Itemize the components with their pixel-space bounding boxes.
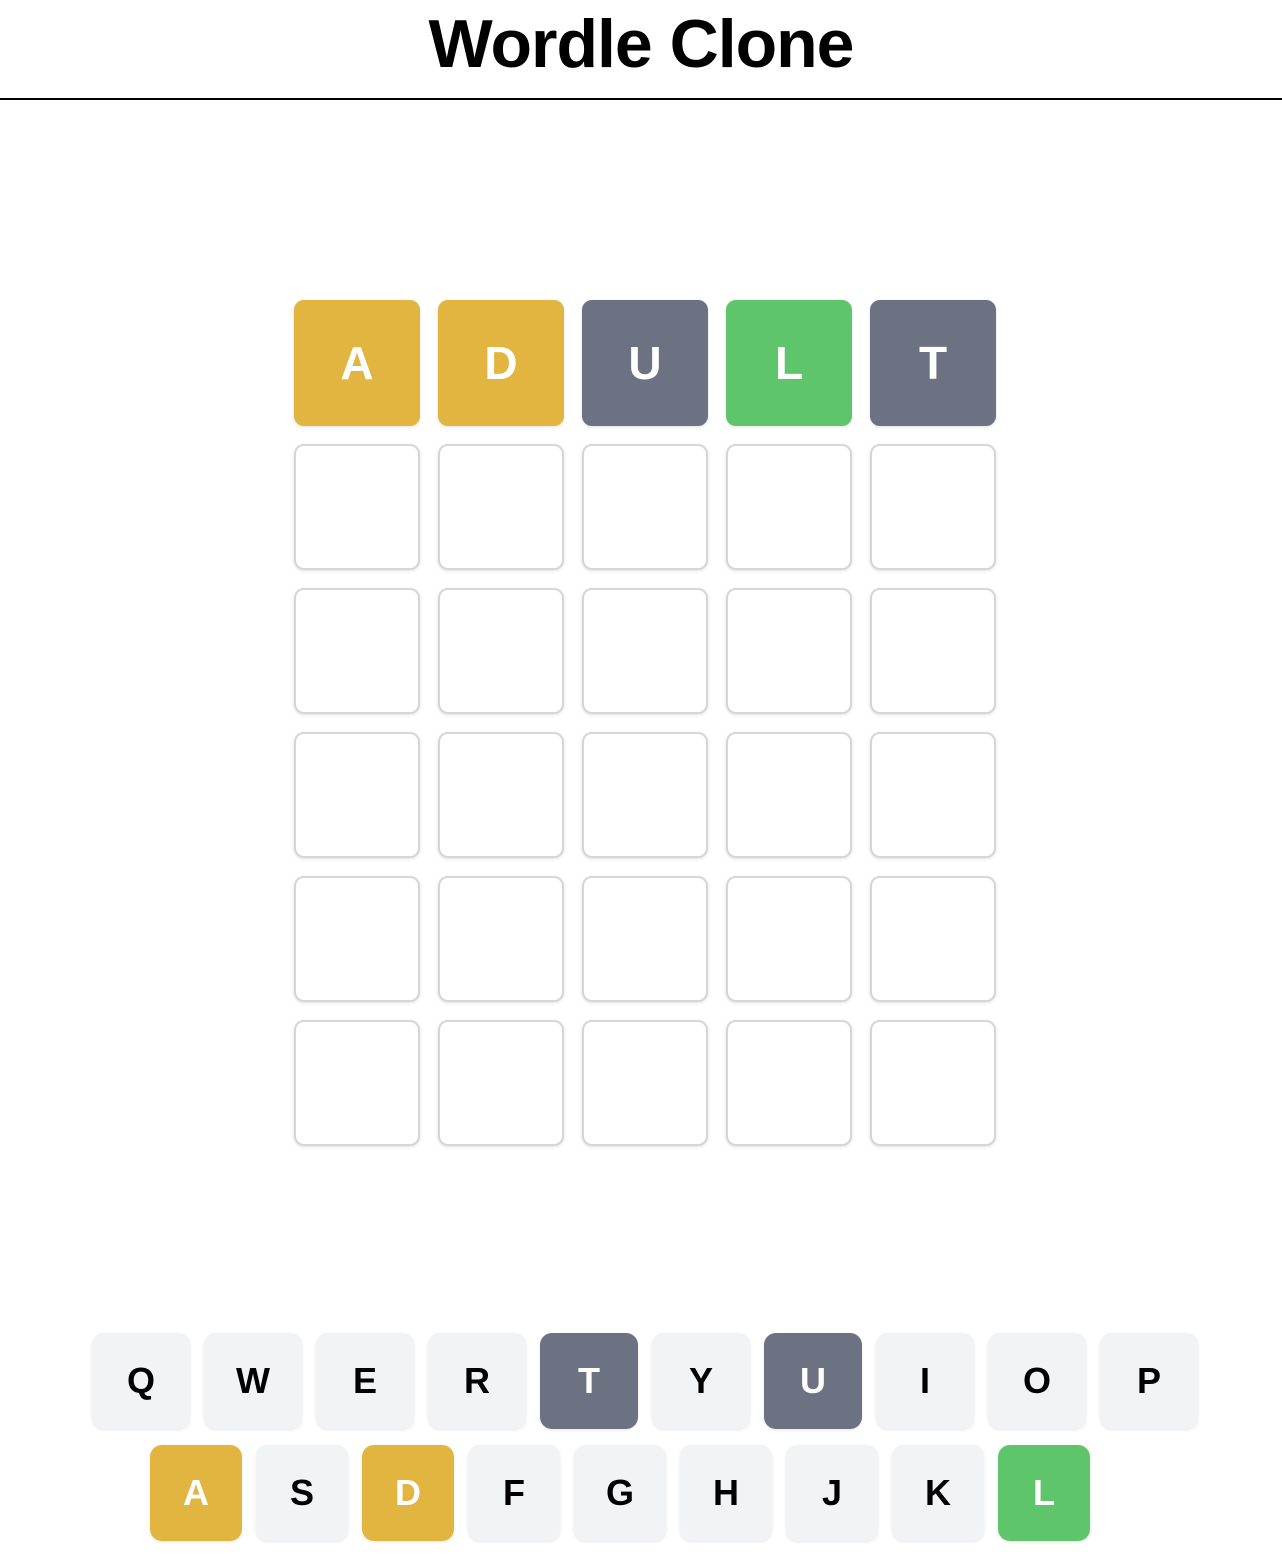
key-u[interactable]: U	[764, 1333, 862, 1429]
on-screen-keyboard: Q W E R T Y U I O P A S D F G H J K L	[92, 1333, 1200, 1557]
key-t[interactable]: T	[540, 1333, 638, 1429]
app-header: Wordle Clone	[0, 0, 1282, 100]
key-g[interactable]: G	[574, 1445, 666, 1541]
tile	[726, 732, 852, 858]
key-e[interactable]: E	[316, 1333, 414, 1429]
key-l[interactable]: L	[998, 1445, 1090, 1541]
tile	[582, 588, 708, 714]
tile	[582, 444, 708, 570]
tile	[870, 876, 996, 1002]
board-row-6	[294, 1020, 998, 1146]
tile	[582, 1020, 708, 1146]
tile: U	[582, 300, 708, 426]
key-w[interactable]: W	[204, 1333, 302, 1429]
tile	[438, 732, 564, 858]
tile	[294, 732, 420, 858]
tile	[438, 876, 564, 1002]
key-f[interactable]: F	[468, 1445, 560, 1541]
key-a[interactable]: A	[150, 1445, 242, 1541]
tile: D	[438, 300, 564, 426]
tile: A	[294, 300, 420, 426]
key-o[interactable]: O	[988, 1333, 1086, 1429]
tile	[726, 876, 852, 1002]
key-j[interactable]: J	[786, 1445, 878, 1541]
key-r[interactable]: R	[428, 1333, 526, 1429]
key-p[interactable]: P	[1100, 1333, 1198, 1429]
key-k[interactable]: K	[892, 1445, 984, 1541]
tile	[870, 1020, 996, 1146]
game-board: A D U L T	[294, 300, 998, 1164]
keyboard-row-2: A S D F G H J K L	[92, 1445, 1200, 1541]
tile	[870, 588, 996, 714]
tile: L	[726, 300, 852, 426]
tile	[438, 1020, 564, 1146]
key-i[interactable]: I	[876, 1333, 974, 1429]
page-title: Wordle Clone	[428, 6, 855, 82]
tile	[294, 1020, 420, 1146]
tile	[870, 732, 996, 858]
tile	[870, 444, 996, 570]
tile	[582, 732, 708, 858]
tile	[294, 444, 420, 570]
keyboard-row-1: Q W E R T Y U I O P	[92, 1333, 1200, 1429]
board-row-3	[294, 588, 998, 714]
tile	[726, 444, 852, 570]
board-row-2	[294, 444, 998, 570]
tile	[726, 588, 852, 714]
key-s[interactable]: S	[256, 1445, 348, 1541]
board-row-1: A D U L T	[294, 300, 998, 426]
tile	[438, 588, 564, 714]
board-row-5	[294, 876, 998, 1002]
tile: T	[870, 300, 996, 426]
key-q[interactable]: Q	[92, 1333, 190, 1429]
tile	[294, 876, 420, 1002]
tile	[582, 876, 708, 1002]
tile	[726, 1020, 852, 1146]
tile	[438, 444, 564, 570]
board-row-4	[294, 732, 998, 858]
key-d[interactable]: D	[362, 1445, 454, 1541]
key-y[interactable]: Y	[652, 1333, 750, 1429]
tile	[294, 588, 420, 714]
key-h[interactable]: H	[680, 1445, 772, 1541]
